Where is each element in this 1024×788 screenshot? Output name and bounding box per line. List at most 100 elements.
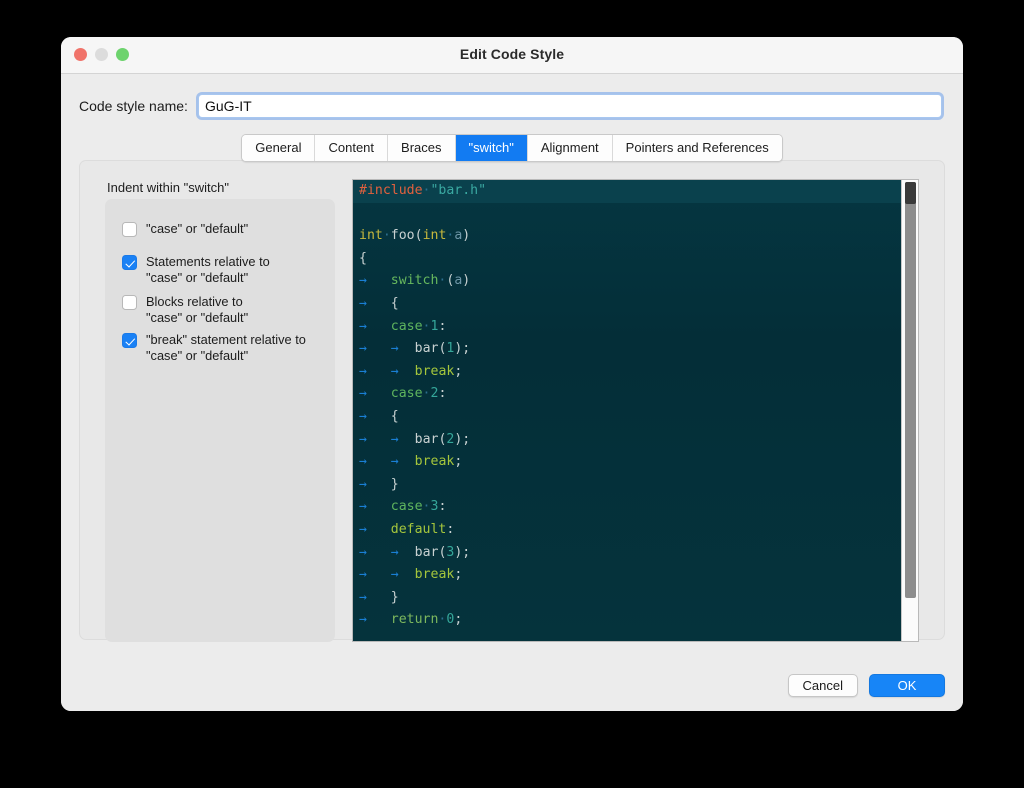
code-token: case xyxy=(390,386,423,402)
code-token: → xyxy=(359,341,367,357)
code-token: bar xyxy=(414,544,439,560)
tab-content[interactable]: Content xyxy=(315,135,389,161)
tab-pointers-and-references[interactable]: Pointers and References xyxy=(612,135,782,161)
code-token: → xyxy=(390,454,399,470)
code-line: → switch·(a) xyxy=(353,270,902,293)
code-token: → xyxy=(390,567,399,583)
checkbox-label: "case" or "default" xyxy=(146,221,249,236)
checkbox-option-1[interactable]: Statements relative to "case" or "default… xyxy=(122,254,327,285)
cancel-button[interactable]: Cancel xyxy=(787,674,858,697)
code-token: return xyxy=(390,612,439,628)
window-body: Code style name: GeneralContentBraces"sw… xyxy=(61,74,963,711)
code-token: → xyxy=(359,363,367,379)
checkbox-option-0[interactable]: "case" or "default" xyxy=(122,221,327,237)
code-token: break xyxy=(414,567,455,583)
code-token: case xyxy=(390,499,423,515)
code-token: ; xyxy=(454,454,463,470)
code-token: · xyxy=(422,499,431,515)
code-token: bar xyxy=(414,431,439,447)
code-token: → xyxy=(359,499,367,515)
checkbox-checked-icon[interactable] xyxy=(122,255,137,270)
checkbox-label: Blocks relative to "case" or "default" xyxy=(146,294,249,325)
code-token: ) xyxy=(462,228,471,244)
code-line: int·foo(int·a) xyxy=(353,225,902,248)
code-token: break xyxy=(414,363,455,379)
code-preview-scrollbar[interactable] xyxy=(901,180,918,641)
tab-alignment[interactable]: Alignment xyxy=(527,135,613,161)
code-token: } xyxy=(390,476,399,492)
code-token: ; xyxy=(454,567,463,583)
code-token: case xyxy=(390,318,423,334)
code-line: → → bar(1); xyxy=(353,338,902,361)
tab-general[interactable]: General xyxy=(242,135,316,161)
tab-switch[interactable]: "switch" xyxy=(455,135,528,161)
code-line: → default: xyxy=(353,519,902,542)
code-token: : xyxy=(438,386,447,402)
edit-code-style-window: Edit Code Style Code style name: General… xyxy=(61,37,963,711)
code-token: · xyxy=(422,318,431,334)
code-token: { xyxy=(359,250,367,266)
code-line: → → bar(3); xyxy=(353,542,902,565)
window-titlebar: Edit Code Style xyxy=(61,37,963,74)
checkbox-option-3[interactable]: "break" statement relative to "case" or "… xyxy=(122,332,327,363)
code-line: #include·"bar.h" xyxy=(353,180,902,203)
code-token: → xyxy=(359,567,367,583)
code-token: → xyxy=(359,589,367,605)
code-token: : xyxy=(438,499,447,515)
code-style-name-row: Code style name: xyxy=(61,92,963,120)
code-token: { xyxy=(390,295,399,311)
code-token: → xyxy=(359,273,367,289)
scrollbar-thumb[interactable] xyxy=(905,182,916,204)
code-token: → xyxy=(359,386,367,402)
code-line: → case·3: xyxy=(353,496,902,519)
code-line: → → break; xyxy=(353,451,902,474)
code-token: → xyxy=(359,454,367,470)
code-style-name-input[interactable] xyxy=(198,94,942,118)
code-token: switch xyxy=(390,273,439,289)
code-token: ); xyxy=(454,544,471,560)
code-token: bar xyxy=(414,341,439,357)
settings-panel: Indent within "switch" "case" or "defaul… xyxy=(79,160,945,642)
checkbox-label: Statements relative to "case" or "default… xyxy=(146,254,270,285)
code-token: → xyxy=(390,363,399,379)
scrollbar-track[interactable] xyxy=(905,182,916,598)
window-title: Edit Code Style xyxy=(459,46,565,62)
code-line: → case·2: xyxy=(353,383,902,406)
code-token: int xyxy=(422,228,447,244)
checkbox-unchecked-icon[interactable] xyxy=(122,295,137,310)
code-preview-panel: #include·"bar.h" int·foo(int·a){→ switch… xyxy=(352,179,919,642)
checkbox-checked-icon[interactable] xyxy=(122,333,137,348)
code-line: → return·0; xyxy=(353,609,902,632)
code-token: #include xyxy=(359,183,423,198)
checkbox-option-2[interactable]: Blocks relative to "case" or "default" xyxy=(122,294,327,325)
code-token: → xyxy=(390,431,399,447)
code-line: → → break; xyxy=(353,361,902,384)
code-preview-text: #include·"bar.h" int·foo(int·a){→ switch… xyxy=(353,180,902,641)
tab-braces[interactable]: Braces xyxy=(388,135,456,161)
ok-button[interactable]: OK xyxy=(869,674,945,697)
code-token: ) xyxy=(462,273,471,289)
code-token: : xyxy=(438,318,447,334)
checkbox-unchecked-icon[interactable] xyxy=(122,222,137,237)
code-token: → xyxy=(359,544,367,560)
code-token: · xyxy=(422,386,431,402)
code-token: → xyxy=(359,318,367,334)
indent-options-group: "case" or "default" Statements relative t… xyxy=(105,199,335,642)
code-token: "bar.h" xyxy=(430,183,487,198)
code-line: → } xyxy=(353,474,902,497)
